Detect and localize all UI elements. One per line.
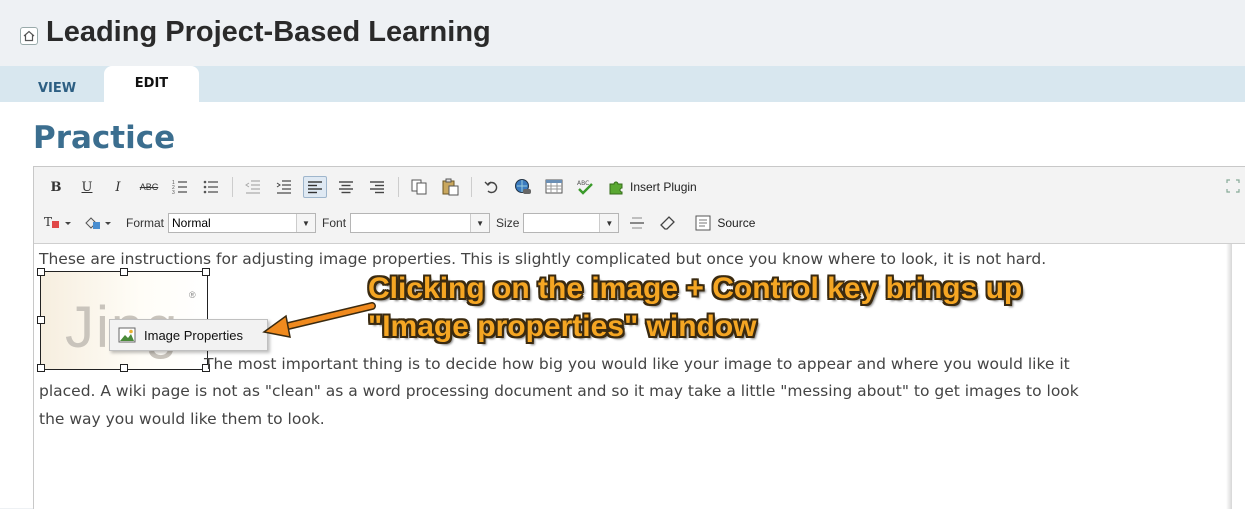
- puzzle-icon: [609, 181, 623, 195]
- resize-handle[interactable]: [37, 364, 45, 372]
- spellcheck-icon[interactable]: ABC: [573, 176, 597, 198]
- numbered-list-icon[interactable]: 123: [168, 176, 192, 198]
- toolbar-separator: [471, 177, 472, 197]
- format-value: Normal: [172, 216, 211, 230]
- eraser-icon[interactable]: [656, 212, 680, 234]
- toolbar-row-2: T Format Normal ▼ Font ▼ Size ▼ Source: [42, 211, 755, 235]
- format-label: Format: [126, 216, 165, 230]
- horizontal-rule-icon[interactable]: [625, 212, 649, 234]
- paste-icon[interactable]: [438, 176, 462, 198]
- source-button[interactable]: Source: [695, 215, 755, 231]
- size-label: Size: [496, 216, 520, 230]
- outdent-icon[interactable]: [241, 176, 265, 198]
- copy-icon[interactable]: [407, 176, 431, 198]
- paragraph-1: These are instructions for adjusting ima…: [39, 250, 1047, 268]
- strikethrough-button[interactable]: ABC: [137, 176, 161, 198]
- resize-handle[interactable]: [202, 268, 210, 276]
- editor-scroll-edge: [1226, 244, 1232, 509]
- image-reg-mark: ®: [189, 290, 196, 300]
- align-left-icon[interactable]: [303, 176, 327, 198]
- tab-edit[interactable]: EDIT: [104, 66, 199, 102]
- font-label: Font: [322, 216, 347, 230]
- svg-text:3: 3: [172, 190, 175, 195]
- align-center-icon[interactable]: [334, 176, 358, 198]
- chevron-down-icon: ▼: [599, 214, 619, 232]
- annotation-line-1: Clicking on the image + Control key brin…: [368, 272, 1023, 305]
- bold-button[interactable]: B: [44, 176, 68, 198]
- source-label: Source: [717, 216, 756, 230]
- toolbar-row-1: B U I ABC 123 ABC Insert Plugin: [44, 175, 697, 199]
- resize-handle[interactable]: [120, 268, 128, 276]
- italic-button[interactable]: I: [106, 176, 130, 198]
- insert-plugin-button[interactable]: Insert Plugin: [608, 179, 697, 195]
- indent-icon[interactable]: [272, 176, 296, 198]
- format-select[interactable]: Normal ▼: [168, 213, 317, 233]
- underline-button[interactable]: U: [75, 176, 99, 198]
- tab-view[interactable]: VIEW: [38, 66, 76, 102]
- home-icon[interactable]: [20, 27, 38, 45]
- text-color-icon[interactable]: T: [42, 212, 76, 234]
- resize-handle[interactable]: [120, 364, 128, 372]
- font-select[interactable]: ▼: [350, 213, 491, 233]
- editor-toolbar: B U I ABC 123 ABC Insert Plugin T Format…: [34, 167, 1245, 244]
- insert-link-icon[interactable]: [511, 176, 535, 198]
- tab-bar: VIEW EDIT: [0, 66, 1245, 102]
- undo-icon[interactable]: [480, 176, 504, 198]
- resize-handle[interactable]: [37, 316, 45, 324]
- svg-text:ABC: ABC: [577, 180, 589, 187]
- align-right-icon[interactable]: [365, 176, 389, 198]
- svg-text:T: T: [44, 215, 52, 229]
- image-icon: [118, 327, 136, 343]
- page-title: Practice: [33, 120, 176, 156]
- context-menu-label: Image Properties: [144, 327, 243, 343]
- paragraph-2-line-1: The most important thing is to decide ho…: [204, 355, 1070, 373]
- background-color-icon[interactable]: [82, 212, 116, 234]
- paragraph-2-line-2: placed. A wiki page is not as "clean" as…: [39, 382, 1079, 400]
- resize-handle[interactable]: [37, 268, 45, 276]
- bullet-list-icon[interactable]: [199, 176, 223, 198]
- insert-plugin-label: Insert Plugin: [630, 180, 697, 194]
- paragraph-2-line-3: the way you would like them to look.: [39, 410, 325, 428]
- annotation-arrow-icon: [262, 302, 376, 338]
- chevron-down-icon: ▼: [296, 214, 316, 232]
- toolbar-separator: [398, 177, 399, 197]
- context-menu-image-properties[interactable]: Image Properties: [109, 319, 268, 351]
- site-title: Leading Project-Based Learning: [46, 16, 491, 48]
- maximize-icon[interactable]: [1226, 179, 1240, 193]
- source-icon: [695, 215, 711, 231]
- annotation-line-2: "Image properties" window: [368, 310, 757, 343]
- insert-table-icon[interactable]: [542, 176, 566, 198]
- toolbar-separator: [232, 177, 233, 197]
- site-header: Leading Project-Based Learning: [0, 0, 1245, 66]
- chevron-down-icon: ▼: [470, 214, 490, 232]
- size-select[interactable]: ▼: [523, 213, 620, 233]
